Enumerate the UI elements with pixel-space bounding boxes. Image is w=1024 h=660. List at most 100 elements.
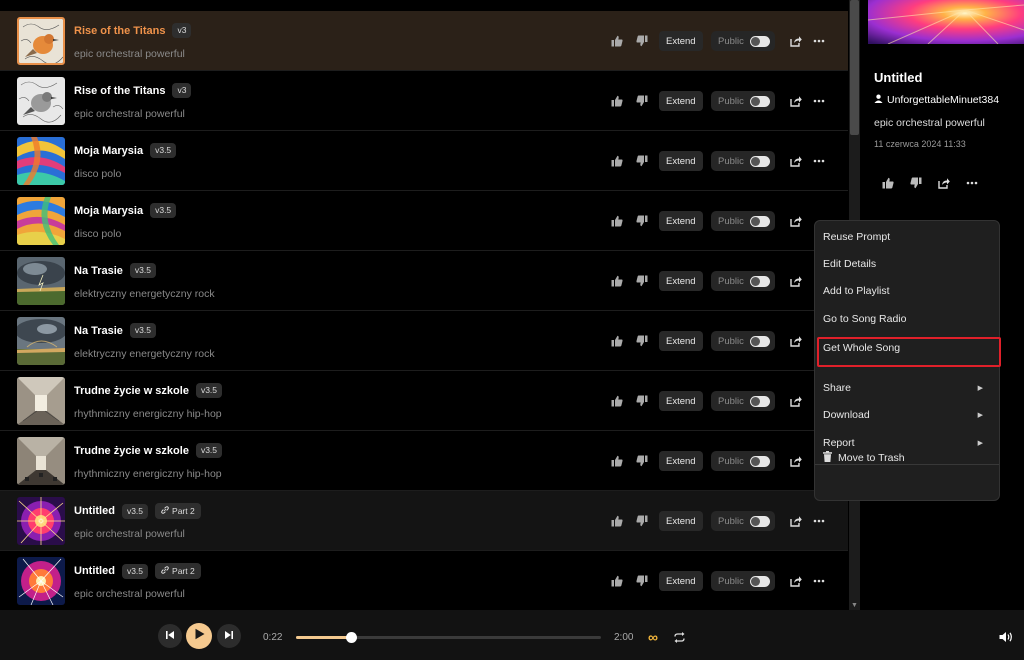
song-row[interactable]: Rise of the Titans v3 epic orchestral powe…: [0, 71, 848, 131]
play-button[interactable]: [186, 623, 212, 649]
extend-button[interactable]: Extend: [659, 451, 703, 471]
toggle-switch[interactable]: [750, 276, 770, 287]
menu-item-move-to-trash[interactable]: Move to Trash: [823, 451, 905, 465]
toggle-switch[interactable]: [750, 456, 770, 467]
toggle-switch[interactable]: [750, 336, 770, 347]
share-icon[interactable]: [788, 573, 804, 589]
extend-button[interactable]: Extend: [659, 151, 703, 171]
public-toggle[interactable]: Public: [711, 151, 775, 171]
share-icon[interactable]: [788, 153, 804, 169]
thumbs-down-icon[interactable]: [634, 213, 650, 229]
extend-button[interactable]: Extend: [659, 511, 703, 531]
song-row[interactable]: Trudne życie w szkole v3.5 rhythmiczny ene…: [0, 371, 848, 431]
song-title[interactable]: Moja Marysia: [74, 145, 143, 157]
more-options-icon[interactable]: [811, 33, 827, 49]
song-title[interactable]: Untitled: [74, 565, 115, 577]
thumbs-up-icon[interactable]: [609, 33, 625, 49]
extend-button[interactable]: Extend: [659, 331, 703, 351]
song-title[interactable]: Na Trasie: [74, 265, 123, 277]
menu-item-reuse-prompt[interactable]: Reuse Prompt: [823, 231, 993, 243]
public-toggle[interactable]: Public: [711, 31, 775, 51]
song-title[interactable]: Rise of the Titans: [74, 85, 165, 97]
menu-item-get-whole-song[interactable]: Get Whole Song: [823, 342, 993, 354]
toggle-switch[interactable]: [750, 156, 770, 167]
share-icon[interactable]: [788, 33, 804, 49]
more-options-icon[interactable]: [811, 573, 827, 589]
extend-button[interactable]: Extend: [659, 571, 703, 591]
song-cover-art[interactable]: [17, 317, 65, 365]
song-row[interactable]: Moja Marysia v3.5 disco polo Extend Public: [0, 191, 848, 251]
toggle-switch[interactable]: [750, 576, 770, 587]
thumbs-down-icon[interactable]: [634, 453, 650, 469]
menu-item-edit-details[interactable]: Edit Details: [823, 258, 993, 270]
song-row[interactable]: Na Trasie v3.5 elektryczny energetyczny ro…: [0, 311, 848, 371]
song-cover-art[interactable]: [17, 197, 65, 245]
song-cover-art[interactable]: [17, 437, 65, 485]
infinite-loop-icon[interactable]: ∞: [648, 629, 658, 645]
thumbs-down-icon[interactable]: [634, 153, 650, 169]
menu-item-download[interactable]: Download ▶: [823, 409, 993, 421]
song-row[interactable]: Untitled v3.5 Part 2 epic orchestral powerf…: [0, 491, 848, 551]
song-cover-art[interactable]: [17, 137, 65, 185]
public-toggle[interactable]: Public: [711, 391, 775, 411]
more-options-icon[interactable]: [811, 513, 827, 529]
song-title[interactable]: Rise of the Titans: [74, 25, 165, 37]
thumbs-down-icon[interactable]: [634, 393, 650, 409]
progress-knob[interactable]: [345, 632, 357, 643]
panel-user-link[interactable]: UnforgettableMinuet384: [874, 94, 999, 106]
public-toggle[interactable]: Public: [711, 211, 775, 231]
toggle-switch[interactable]: [750, 216, 770, 227]
part-badge[interactable]: Part 2: [155, 503, 201, 519]
toggle-switch[interactable]: [750, 396, 770, 407]
extend-button[interactable]: Extend: [659, 391, 703, 411]
public-toggle[interactable]: Public: [711, 91, 775, 111]
public-toggle[interactable]: Public: [711, 511, 775, 531]
public-toggle[interactable]: Public: [711, 571, 775, 591]
thumbs-down-icon[interactable]: [634, 93, 650, 109]
extend-button[interactable]: Extend: [659, 91, 703, 111]
song-title[interactable]: Moja Marysia: [74, 205, 143, 217]
share-icon[interactable]: [788, 393, 804, 409]
thumbs-down-icon[interactable]: [634, 333, 650, 349]
song-title[interactable]: Na Trasie: [74, 325, 123, 337]
thumbs-up-icon[interactable]: [609, 393, 625, 409]
song-cover-art[interactable]: [17, 257, 65, 305]
song-row[interactable]: Untitled v3.5 Part 2 epic orchestral powerf…: [0, 551, 848, 610]
song-title[interactable]: Trudne życie w szkole: [74, 445, 189, 457]
song-title[interactable]: Untitled: [74, 505, 115, 517]
thumbs-up-icon[interactable]: [880, 175, 896, 191]
share-icon[interactable]: [788, 453, 804, 469]
extend-button[interactable]: Extend: [659, 31, 703, 51]
share-icon[interactable]: [936, 175, 952, 191]
song-cover-art[interactable]: [17, 497, 65, 545]
scrollbar-thumb[interactable]: [850, 0, 859, 135]
progress-slider[interactable]: [296, 632, 601, 643]
scroll-down-arrow-icon[interactable]: ▼: [851, 602, 858, 609]
public-toggle[interactable]: Public: [711, 271, 775, 291]
more-options-icon[interactable]: [811, 153, 827, 169]
menu-item-share[interactable]: Share ▶: [823, 382, 993, 394]
repeat-icon[interactable]: [674, 630, 685, 648]
share-icon[interactable]: [788, 513, 804, 529]
menu-item-report[interactable]: Report ▶: [823, 437, 993, 449]
song-title[interactable]: Trudne życie w szkole: [74, 385, 189, 397]
song-row[interactable]: Trudne życie w szkole v3.5 rhythmiczny ene…: [0, 431, 848, 491]
next-button[interactable]: [217, 624, 241, 648]
thumbs-up-icon[interactable]: [609, 333, 625, 349]
thumbs-up-icon[interactable]: [609, 513, 625, 529]
more-options-icon[interactable]: [964, 175, 980, 191]
song-row[interactable]: Na Trasie v3.5 elektryczny energetyczny ro…: [0, 251, 848, 311]
song-cover-art[interactable]: [17, 557, 65, 605]
thumbs-up-icon[interactable]: [609, 453, 625, 469]
volume-icon[interactable]: [999, 630, 1013, 648]
song-row[interactable]: Rise of the Titans v3 epic orchestral powe…: [0, 11, 848, 71]
thumbs-down-icon[interactable]: [908, 175, 924, 191]
thumbs-up-icon[interactable]: [609, 213, 625, 229]
thumbs-up-icon[interactable]: [609, 153, 625, 169]
thumbs-up-icon[interactable]: [609, 573, 625, 589]
more-options-icon[interactable]: [811, 93, 827, 109]
song-cover-art[interactable]: [17, 77, 65, 125]
song-cover-art[interactable]: [17, 17, 65, 65]
toggle-switch[interactable]: [750, 96, 770, 107]
thumbs-up-icon[interactable]: [609, 273, 625, 289]
